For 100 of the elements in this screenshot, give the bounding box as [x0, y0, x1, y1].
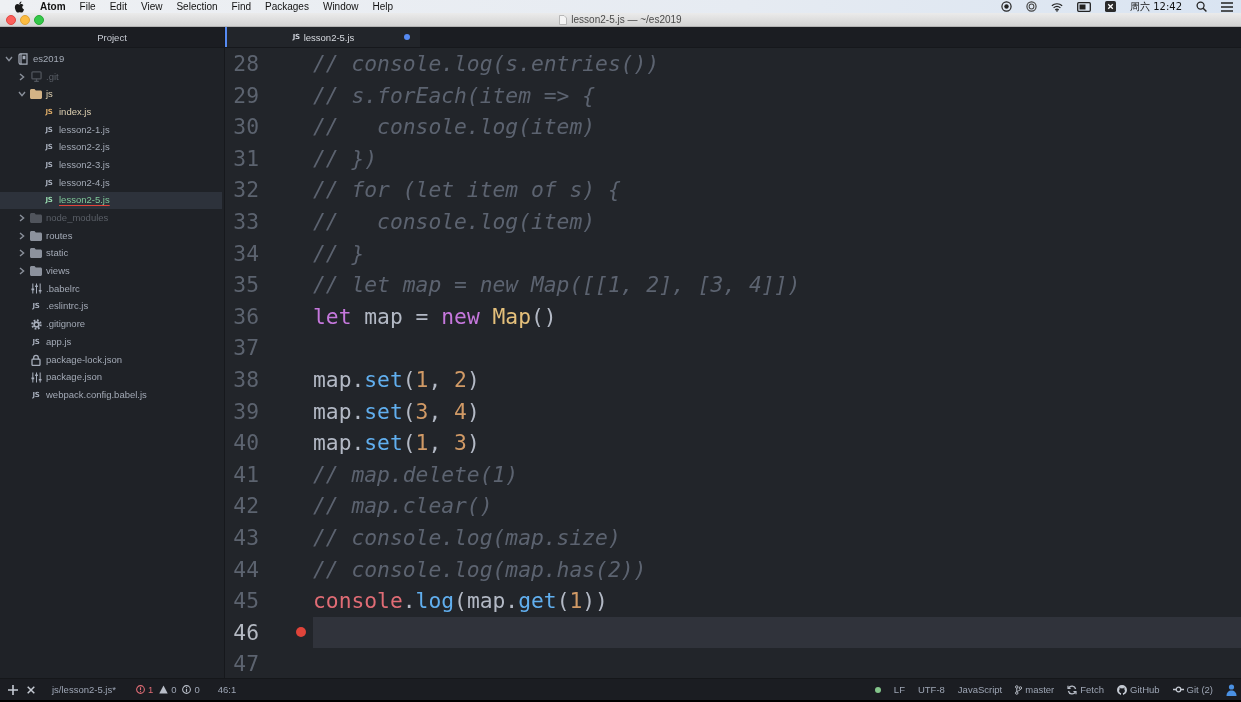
- code-line: let map = new Map(): [313, 302, 558, 331]
- search-icon[interactable]: [1196, 1, 1207, 12]
- status-dot-icon[interactable]: [874, 686, 881, 693]
- line-number: 29: [232, 81, 260, 110]
- menu-item[interactable]: View: [140, 0, 163, 13]
- git-button[interactable]: Git (2): [1172, 684, 1213, 695]
- folder-icon: [30, 248, 42, 259]
- panel-tab[interactable]: Project: [0, 27, 224, 48]
- line-number: 40: [232, 429, 260, 458]
- menu-item[interactable]: File: [79, 0, 96, 13]
- github-button[interactable]: GitHub: [1117, 684, 1160, 695]
- file-name[interactable]: lesson2-3.js: [59, 158, 110, 171]
- status-bar-item[interactable]: JavaScript: [957, 684, 1003, 695]
- file-name[interactable]: lesson2-2.js: [59, 141, 110, 154]
- file-name[interactable]: lesson2-4.js: [59, 176, 110, 189]
- plus-icon[interactable]: [8, 684, 18, 695]
- chevron-right-icon[interactable]: [19, 214, 25, 223]
- file-name[interactable]: lesson2-1.js: [59, 123, 110, 136]
- sliders-icon: [30, 371, 42, 383]
- chevron-right-icon[interactable]: [19, 267, 25, 276]
- person-icon[interactable]: [1226, 683, 1237, 696]
- file-name[interactable]: .babelrc: [46, 282, 80, 295]
- file-name[interactable]: app.js: [46, 335, 72, 348]
- chevron-right-icon[interactable]: [19, 72, 25, 81]
- menu-item[interactable]: Window: [322, 0, 359, 13]
- lock-icon: [31, 353, 41, 366]
- line-number: 39: [232, 397, 260, 426]
- menu-item[interactable]: Packages: [265, 0, 309, 13]
- info-icon[interactable]: [182, 685, 192, 694]
- file-name[interactable]: package.json: [46, 371, 102, 384]
- close-icon[interactable]: [27, 685, 35, 694]
- file-name[interactable]: .gitignore: [46, 318, 86, 331]
- file-name[interactable]: .eslintrc.js: [46, 300, 89, 313]
- menu-item[interactable]: Edit: [109, 0, 127, 13]
- menu-icon[interactable]: [1221, 1, 1233, 12]
- folder-name[interactable]: routes: [46, 229, 73, 242]
- lint-count[interactable]: 0: [194, 684, 200, 695]
- status-bar-item[interactable]: UTF-8: [917, 684, 945, 695]
- menu-item[interactable]: Find: [231, 0, 251, 13]
- cursor-position[interactable]: 46:1: [217, 684, 237, 695]
- code-line: // for (let item of s) {: [313, 176, 622, 205]
- chevron-down-icon[interactable]: [18, 91, 26, 98]
- fetch-button[interactable]: Fetch: [1067, 684, 1105, 695]
- apple-icon[interactable]: [14, 0, 24, 13]
- line-number: 36: [232, 302, 260, 331]
- commit-icon: [1172, 686, 1184, 693]
- folder-icon: [30, 266, 42, 277]
- code-line: // map.clear(): [313, 492, 494, 521]
- code-line: // console.log(s.entries()): [313, 50, 661, 78]
- wifi-icon[interactable]: [1051, 1, 1063, 12]
- chevron-right-icon[interactable]: [19, 249, 25, 258]
- line-number: 45: [232, 587, 260, 616]
- folder-name[interactable]: static: [46, 247, 69, 260]
- code-line: console.log(map.get(1)): [313, 587, 609, 616]
- error-icon[interactable]: [135, 685, 145, 694]
- folder-icon: [30, 213, 42, 224]
- line-number: 34: [232, 239, 260, 268]
- code-line: // console.log(item): [313, 207, 597, 236]
- line-number: 28: [232, 50, 260, 78]
- code-line: // map.delete(1): [313, 460, 520, 489]
- round-logo-icon: [1117, 684, 1128, 695]
- file-name[interactable]: package-lock.json: [46, 353, 123, 366]
- menu-item[interactable]: Selection: [176, 0, 218, 13]
- folder-name[interactable]: views: [46, 265, 70, 278]
- display-icon[interactable]: [1077, 1, 1091, 12]
- branch-icon: [1015, 684, 1023, 695]
- folder-name[interactable]: js: [46, 88, 53, 101]
- menu-item[interactable]: Atom: [40, 0, 66, 13]
- menu-item[interactable]: Help: [372, 0, 394, 13]
- line-number: 38: [232, 365, 260, 394]
- file-name[interactable]: lesson2-5.js: [59, 194, 110, 207]
- file-name[interactable]: index.js: [59, 105, 92, 118]
- chevron-down-icon[interactable]: [5, 55, 13, 62]
- warning-icon[interactable]: [159, 685, 169, 694]
- sync-icon: [1067, 684, 1078, 695]
- branch-button[interactable]: master: [1015, 684, 1055, 695]
- line-number: 37: [232, 334, 260, 363]
- line-number: 44: [232, 555, 260, 584]
- code-line: // console.log(map.has(2)): [313, 555, 648, 584]
- chevron-right-icon[interactable]: [19, 231, 25, 240]
- lint-count[interactable]: 0: [171, 684, 177, 695]
- code-line: // }: [313, 239, 366, 268]
- file-path-link[interactable]: js/lesson2-5.js*: [52, 684, 116, 695]
- lint-count[interactable]: 1: [147, 684, 154, 695]
- ring-icon[interactable]: [1026, 1, 1037, 12]
- line-number: 43: [232, 523, 260, 552]
- folder-icon: [30, 89, 42, 100]
- line-number: 35: [232, 271, 260, 300]
- file-name[interactable]: webpack.config.babel.js: [46, 388, 147, 401]
- sliders-icon: [30, 283, 42, 295]
- status-bar-item[interactable]: LF: [893, 684, 905, 695]
- code-line: // console.log(item): [313, 113, 597, 142]
- monitor-icon: [30, 71, 42, 83]
- record-icon[interactable]: [1001, 1, 1012, 12]
- code-line: // }): [313, 144, 379, 173]
- line-number: 32: [232, 176, 260, 205]
- x-tile-icon[interactable]: [1105, 1, 1116, 12]
- code-line: // s.forEach(item => {: [313, 81, 597, 110]
- menu-clock[interactable]: 周六 12:42: [1130, 0, 1182, 13]
- folder-name[interactable]: es2019: [33, 52, 65, 65]
